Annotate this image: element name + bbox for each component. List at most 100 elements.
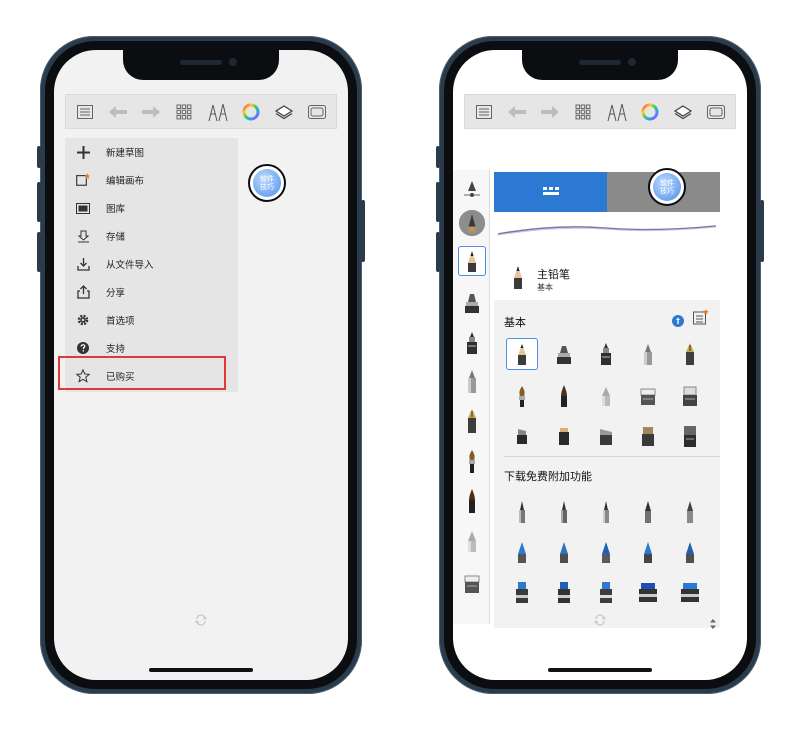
addon-brush-blue-pen-3[interactable] <box>590 536 622 568</box>
brush-cell-roller[interactable] <box>674 420 706 452</box>
grid-icon[interactable] <box>572 101 594 123</box>
addon-brush-blue-pen-1[interactable] <box>506 536 538 568</box>
sync-icon <box>195 611 207 630</box>
brush-list-icon[interactable] <box>693 309 709 329</box>
menu-item-preferences[interactable]: 首选项 <box>65 306 238 334</box>
panel-resize-icon[interactable] <box>708 614 718 633</box>
menu-item-edit-canvas[interactable]: 编辑画布 <box>65 166 238 194</box>
layers-icon[interactable] <box>672 101 694 123</box>
brush-cell-eraser-hard[interactable] <box>674 380 706 412</box>
brush-cell-airbrush[interactable] <box>590 338 622 370</box>
redo-icon[interactable] <box>539 101 561 123</box>
plus-icon <box>76 145 90 159</box>
menu-item-import-file[interactable]: 从文件导入 <box>65 250 238 278</box>
brush-tools-icon[interactable] <box>207 101 229 123</box>
brush-cell-marker[interactable] <box>548 338 580 370</box>
watermark-badge: 软件 技巧 <box>248 164 286 202</box>
menu-item-new-sketch[interactable]: 新建草图 <box>65 138 238 166</box>
tab-brush-library[interactable] <box>494 172 607 212</box>
addon-brush-blue-marker-3[interactable] <box>590 576 622 608</box>
brush-cell-textured[interactable] <box>632 420 664 452</box>
brush-cell-paintbrush[interactable] <box>506 380 538 412</box>
volume-button <box>436 182 440 222</box>
brush-cell-ballpen[interactable] <box>632 338 664 370</box>
left-phone: 新建草图 编辑画布 图库 存储 从文件导入 分享 首选项 支持 已购买 软件 技… <box>37 36 365 694</box>
gallery-icon <box>76 201 90 215</box>
addon-brush-fineliner[interactable] <box>548 496 580 528</box>
addon-brush-technical-pen[interactable] <box>506 496 538 528</box>
pin-icon[interactable] <box>672 312 684 331</box>
redo-icon[interactable] <box>140 101 162 123</box>
brush-cell-smudge[interactable] <box>590 380 622 412</box>
top-toolbar <box>65 94 337 129</box>
brush-smudge-icon[interactable] <box>458 526 486 556</box>
brush-fountain-pen-icon[interactable] <box>458 406 486 436</box>
help-icon <box>76 341 90 355</box>
undo-icon[interactable] <box>107 101 129 123</box>
volume-button <box>436 232 440 272</box>
brush-cell-wide-marker[interactable] <box>590 420 622 452</box>
menu-item-share[interactable]: 分享 <box>65 278 238 306</box>
color-wheel-icon[interactable] <box>240 101 262 123</box>
list-icon[interactable] <box>74 101 96 123</box>
color-wheel-icon[interactable] <box>639 101 661 123</box>
addon-brush-blue-pen-5[interactable] <box>674 536 706 568</box>
addon-brush-blue-marker-5[interactable] <box>674 576 706 608</box>
home-indicator <box>149 668 253 672</box>
fullscreen-icon[interactable] <box>705 101 727 123</box>
volume-button <box>37 182 41 222</box>
brush-paintbrush-icon[interactable] <box>458 446 486 476</box>
brush-cell-block[interactable] <box>548 420 580 452</box>
addon-brush-blue-marker-4[interactable] <box>632 576 664 608</box>
import-icon <box>76 257 90 271</box>
brush-cell-eraser-soft[interactable] <box>632 380 664 412</box>
menu-item-label: 从文件导入 <box>106 260 154 271</box>
brush-strip <box>453 170 490 624</box>
grid-icon[interactable] <box>173 101 195 123</box>
addon-brush-blue-marker-1[interactable] <box>506 576 538 608</box>
current-brush-pencil-icon <box>509 264 527 294</box>
menu-item-label: 图库 <box>106 204 126 215</box>
volume-button <box>436 146 440 168</box>
section-divider <box>504 456 720 457</box>
brush-opacity-icon[interactable] <box>458 208 486 238</box>
brush-ink-icon[interactable] <box>458 486 486 516</box>
menu-item-save[interactable]: 存储 <box>65 222 238 250</box>
watermark-badge: 软件 技巧 <box>648 168 686 206</box>
brush-size-slider-icon[interactable] <box>458 174 486 204</box>
brush-marker-icon[interactable] <box>458 288 486 318</box>
brush-ballpen-icon[interactable] <box>458 366 486 396</box>
addon-brush-liner[interactable] <box>674 496 706 528</box>
layers-icon[interactable] <box>273 101 295 123</box>
brush-tabs <box>494 172 720 212</box>
home-indicator <box>548 668 652 672</box>
highlight-box <box>58 356 226 390</box>
brush-cell-fountain-pen[interactable] <box>674 338 706 370</box>
brush-airbrush-icon[interactable] <box>458 328 486 358</box>
sync-icon <box>594 611 606 630</box>
addon-brush-blue-marker-2[interactable] <box>548 576 580 608</box>
menu-item-gallery[interactable]: 图库 <box>65 194 238 222</box>
menu-item-label: 存储 <box>106 232 126 243</box>
save-icon <box>76 229 90 243</box>
share-icon <box>76 285 90 299</box>
brush-tools-icon[interactable] <box>606 101 628 123</box>
addon-brush-needle[interactable] <box>590 496 622 528</box>
brush-cell-chisel[interactable] <box>506 420 538 452</box>
notch <box>123 50 279 80</box>
section-title-download: 下载免费附加功能 <box>504 470 592 483</box>
addon-brush-nib[interactable] <box>632 496 664 528</box>
addon-brush-blue-pen-2[interactable] <box>548 536 580 568</box>
menu-item-label: 支持 <box>106 344 126 355</box>
brush-cell-ink[interactable] <box>548 380 580 412</box>
library-grid-icon <box>542 187 559 195</box>
brush-eraser-icon[interactable] <box>458 568 486 598</box>
brush-pencil-icon[interactable] <box>458 246 486 276</box>
list-icon[interactable] <box>473 101 495 123</box>
power-button <box>361 200 365 262</box>
brush-library: 基本 下载免费附加功能 <box>494 300 720 629</box>
fullscreen-icon[interactable] <box>306 101 328 123</box>
brush-cell-pencil[interactable] <box>506 338 538 370</box>
undo-icon[interactable] <box>506 101 528 123</box>
addon-brush-blue-pen-4[interactable] <box>632 536 664 568</box>
